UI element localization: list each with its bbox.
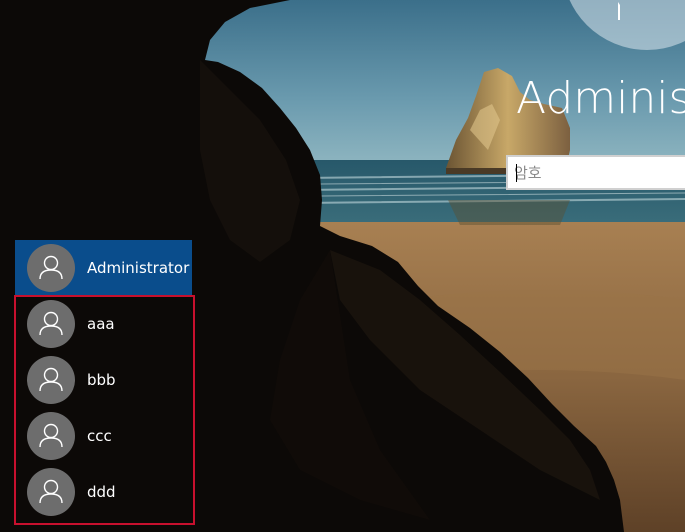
user-icon	[39, 255, 63, 280]
user-avatar	[27, 244, 75, 292]
password-field[interactable]	[506, 155, 685, 190]
user-icon	[618, 2, 620, 20]
selected-user-avatar	[562, 0, 685, 50]
password-input[interactable]	[514, 161, 685, 184]
user-icon	[39, 479, 63, 504]
user-icon	[39, 423, 63, 448]
selected-user-name: Administrator	[516, 73, 685, 124]
lock-screen: Administrator Administrator aaa	[0, 0, 685, 532]
user-icon	[39, 367, 63, 392]
user-icon	[39, 311, 63, 336]
user-avatar	[27, 412, 75, 460]
text-caret	[516, 164, 517, 182]
user-name-label: aaa	[87, 315, 115, 333]
user-list-item-aaa[interactable]: aaa	[15, 296, 192, 352]
user-name-label: ddd	[87, 483, 116, 501]
user-list-item-administrator[interactable]: Administrator	[15, 240, 192, 296]
user-avatar	[27, 468, 75, 516]
user-name-label: bbb	[87, 371, 116, 389]
user-name-label: Administrator	[87, 259, 190, 277]
user-list-item-ddd[interactable]: ddd	[15, 464, 192, 520]
user-avatar	[27, 300, 75, 348]
user-list-item-bbb[interactable]: bbb	[15, 352, 192, 408]
user-list-item-ccc[interactable]: ccc	[15, 408, 192, 464]
user-name-label: ccc	[87, 427, 112, 445]
user-avatar	[27, 356, 75, 404]
